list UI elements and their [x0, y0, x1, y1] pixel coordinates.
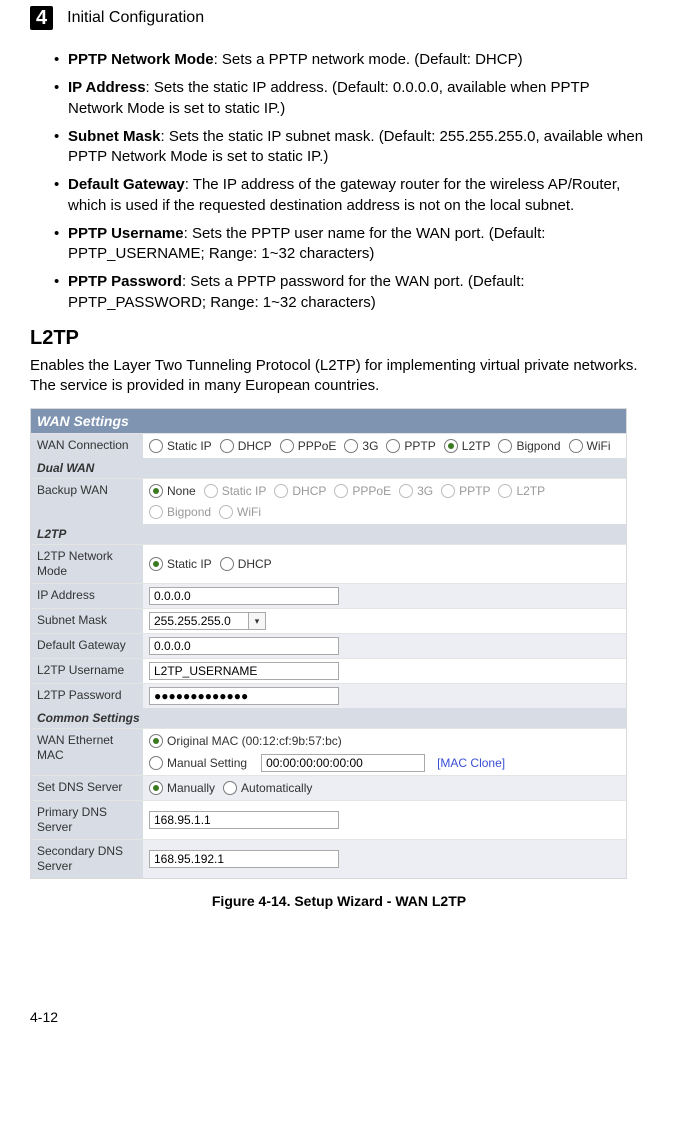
- radio-pptp[interactable]: PPTP: [441, 482, 490, 500]
- l2tp-username-label: L2TP Username: [31, 659, 143, 683]
- radio-l2tp[interactable]: L2TP: [444, 437, 491, 455]
- manual-mac-radio[interactable]: Manual Setting: [149, 754, 247, 772]
- l2tp-title: L2TP: [31, 524, 626, 544]
- network-mode-label: L2TP Network Mode: [31, 545, 143, 583]
- radio-automatically[interactable]: Automatically: [223, 779, 312, 797]
- original-mac-radio[interactable]: Original MAC (00:12:cf:9b:57:bc): [149, 732, 342, 750]
- wan-mac-label: WAN Ethernet MAC: [31, 729, 143, 775]
- radio-static-ip[interactable]: Static IP: [149, 437, 212, 455]
- default-gateway-label: Default Gateway: [31, 634, 143, 658]
- radio-manually[interactable]: Manually: [149, 779, 215, 797]
- dual-wan-title: Dual WAN: [31, 458, 626, 478]
- subnet-dropdown-button[interactable]: ▾: [248, 612, 266, 630]
- subnet-mask-input[interactable]: [149, 612, 248, 630]
- list-item: PPTP Network Mode: Sets a PPTP network m…: [54, 50, 648, 70]
- wan-connection-value: Static IP DHCP PPPoE 3G PPTP L2TP Bigpond WiFi: [143, 434, 626, 458]
- ip-address-input[interactable]: [149, 587, 339, 605]
- radio-none[interactable]: None: [149, 482, 196, 500]
- page-title: Initial Configuration: [67, 9, 204, 27]
- secondary-dns-label: Secondary DNS Server: [31, 840, 143, 878]
- radio-wifi[interactable]: WiFi: [569, 437, 611, 455]
- section-intro: Enables the Layer Two Tunneling Protocol…: [30, 356, 648, 397]
- radio-static-ip[interactable]: Static IP: [149, 555, 212, 573]
- radio-3g[interactable]: 3G: [399, 482, 433, 500]
- radio-l2tp[interactable]: L2TP: [498, 482, 545, 500]
- ip-address-label: IP Address: [31, 584, 143, 608]
- list-item: Subnet Mask: Sets the static IP subnet m…: [54, 127, 648, 168]
- manual-mac-input[interactable]: [261, 754, 425, 772]
- radio-3g[interactable]: 3G: [344, 437, 378, 455]
- definition-list: PPTP Network Mode: Sets a PPTP network m…: [30, 50, 648, 313]
- radio-pppoe[interactable]: PPPoE: [280, 437, 337, 455]
- list-item: Default Gateway: The IP address of the g…: [54, 175, 648, 216]
- secondary-dns-input[interactable]: [149, 850, 339, 868]
- chapter-badge: 4: [30, 6, 53, 30]
- backup-wan-label: Backup WAN: [31, 479, 143, 524]
- radio-wifi[interactable]: WiFi: [219, 503, 261, 521]
- network-mode-value: Static IP DHCP: [143, 545, 626, 583]
- radio-static-ip[interactable]: Static IP: [204, 482, 267, 500]
- wan-connection-label: WAN Connection: [31, 434, 143, 458]
- radio-bigpond[interactable]: Bigpond: [498, 437, 560, 455]
- set-dns-value: Manually Automatically: [143, 776, 626, 800]
- primary-dns-label: Primary DNS Server: [31, 801, 143, 839]
- l2tp-password-label: L2TP Password: [31, 684, 143, 708]
- radio-pptp[interactable]: PPTP: [386, 437, 435, 455]
- radio-dhcp[interactable]: DHCP: [220, 437, 272, 455]
- page-number: 4-12: [30, 1009, 648, 1025]
- backup-wan-value: None Static IP DHCP PPPoE 3G PPTP L2TP Bigpond W…: [143, 479, 626, 524]
- panel-title: WAN Settings: [31, 409, 626, 433]
- list-item: IP Address: Sets the static IP address. …: [54, 78, 648, 119]
- default-gateway-input[interactable]: [149, 637, 339, 655]
- radio-bigpond[interactable]: Bigpond: [149, 503, 211, 521]
- set-dns-label: Set DNS Server: [31, 776, 143, 800]
- common-settings-title: Common Settings: [31, 708, 626, 728]
- mac-clone-link[interactable]: [MAC Clone]: [437, 756, 505, 770]
- list-item: PPTP Username: Sets the PPTP user name f…: [54, 224, 648, 265]
- l2tp-username-input[interactable]: [149, 662, 339, 680]
- l2tp-password-input[interactable]: [149, 687, 339, 705]
- subnet-mask-label: Subnet Mask: [31, 609, 143, 633]
- page-header: 4 Initial Configuration: [30, 0, 648, 30]
- section-heading: L2TP: [30, 327, 648, 350]
- list-item: PPTP Password: Sets a PPTP password for …: [54, 272, 648, 313]
- primary-dns-input[interactable]: [149, 811, 339, 829]
- figure-caption: Figure 4-14. Setup Wizard - WAN L2TP: [30, 893, 648, 909]
- wan-settings-panel: WAN Settings WAN Connection Static IP DHC…: [30, 408, 627, 879]
- radio-dhcp[interactable]: DHCP: [220, 555, 272, 573]
- radio-dhcp[interactable]: DHCP: [274, 482, 326, 500]
- radio-pppoe[interactable]: PPPoE: [334, 482, 391, 500]
